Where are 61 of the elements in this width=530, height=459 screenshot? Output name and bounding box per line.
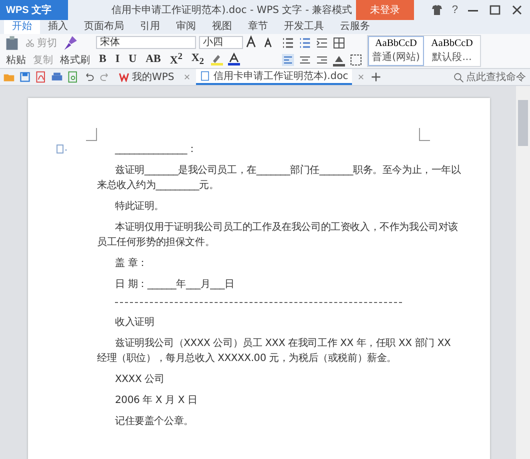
document-tab[interactable]: 信用卡申请工作证明范本).doc bbox=[196, 69, 352, 85]
paragraph: 收入证明 bbox=[114, 316, 156, 330]
document-icon bbox=[200, 71, 210, 81]
style-preset[interactable]: AaBbCcD 普通(网站) bbox=[368, 36, 424, 66]
font-size-field[interactable]: 小四 bbox=[199, 36, 243, 49]
font-color-icon[interactable] bbox=[226, 52, 241, 66]
brush-icon[interactable] bbox=[62, 35, 78, 51]
shirt-icon[interactable] bbox=[430, 3, 444, 17]
paragraph: 兹证明我公司（XXXX 公司）员工 XXX 在我司工作 XX 年，任职 XX 部门 XX 经理（职位），每月总收入 XXXXX.00 元，为税后（或税前）薪金。 bbox=[97, 336, 452, 366]
paragraph: 2006 年 X 月 X 日 bbox=[114, 394, 198, 408]
ribbon-tab[interactable]: 开始 bbox=[4, 20, 40, 34]
bullet-list-icon[interactable] bbox=[281, 36, 295, 50]
paragraph: _______________： bbox=[114, 143, 198, 157]
format-button[interactable]: U bbox=[126, 53, 140, 66]
print-icon[interactable] bbox=[51, 71, 63, 83]
search-field[interactable]: 点此查找命令 bbox=[447, 69, 530, 85]
ribbon-tab[interactable]: 云服务 bbox=[332, 20, 378, 34]
app-menu-button[interactable]: WPS 文字 bbox=[0, 0, 68, 20]
format-button[interactable]: X$_{2}$ bbox=[188, 52, 207, 66]
paragraph: 本证明仅用于证明我公司员工的工作及在我公司的工资收入，不作为我公司对该员工任何形势的担保文件。 bbox=[97, 220, 460, 250]
table-icon[interactable] bbox=[332, 36, 346, 50]
paragraph: 日 期：______年___月___日 bbox=[114, 278, 236, 292]
ribbon-tab[interactable]: 插入 bbox=[40, 20, 76, 34]
ribbon-tab[interactable]: 页面布局 bbox=[76, 20, 132, 34]
w-logo-icon bbox=[119, 72, 129, 82]
numbered-list-icon[interactable] bbox=[298, 36, 312, 50]
ribbon-tab[interactable]: 审阅 bbox=[168, 20, 204, 34]
window-title: 信用卡申请工作证明范本).doc - WPS 文字 - 兼容模式 bbox=[110, 4, 354, 17]
help-button[interactable]: ? bbox=[452, 4, 458, 16]
paragraph: 兹证明_______是我公司员工，在_______部门任_______职务。至今为止，一年以来总收入约为_________元。 bbox=[97, 164, 462, 193]
ribbon-tab[interactable]: 引用 bbox=[132, 20, 168, 34]
paragraph: 特此证明。 bbox=[114, 200, 166, 214]
clipboard-icon[interactable] bbox=[4, 35, 20, 51]
pdf-icon[interactable] bbox=[35, 71, 47, 83]
font-family-field[interactable]: 宋体 bbox=[96, 36, 196, 49]
format-button[interactable]: I bbox=[112, 53, 123, 66]
ribbon-tab[interactable]: 开发工具 bbox=[276, 20, 332, 34]
paste-button[interactable]: 粘贴 bbox=[4, 53, 28, 67]
ribbon-tab[interactable]: 章节 bbox=[240, 20, 276, 34]
scrollbar[interactable] bbox=[516, 86, 530, 459]
format-button[interactable]: AB bbox=[142, 53, 164, 66]
preview-icon[interactable] bbox=[67, 71, 79, 83]
format-painter-button[interactable]: 格式刷 bbox=[58, 53, 92, 67]
document-tab[interactable]: 我的WPS bbox=[115, 69, 178, 85]
close-icon[interactable] bbox=[510, 3, 524, 17]
format-button[interactable]: B bbox=[96, 53, 110, 66]
style-preset[interactable]: AaBbCcD 默认段... bbox=[424, 36, 480, 66]
paragraph: 记住要盖个公章。 bbox=[114, 414, 194, 429]
maximize-icon[interactable] bbox=[488, 3, 502, 17]
paragraph: XXXX 公司 bbox=[114, 373, 166, 387]
highlight-icon[interactable] bbox=[210, 52, 224, 66]
format-button[interactable]: X$^{2}$ bbox=[166, 51, 186, 67]
border-icon[interactable] bbox=[349, 52, 363, 66]
scissors-icon[interactable] bbox=[25, 38, 35, 48]
indent-icon[interactable] bbox=[315, 36, 329, 50]
paragraph: 盖 章： bbox=[114, 256, 148, 271]
save-icon[interactable] bbox=[19, 71, 31, 83]
align-left-icon[interactable] bbox=[281, 52, 295, 66]
add-tab-icon[interactable] bbox=[370, 71, 382, 83]
search-icon[interactable] bbox=[453, 72, 464, 82]
ribbon-tab[interactable]: 视图 bbox=[204, 20, 240, 34]
